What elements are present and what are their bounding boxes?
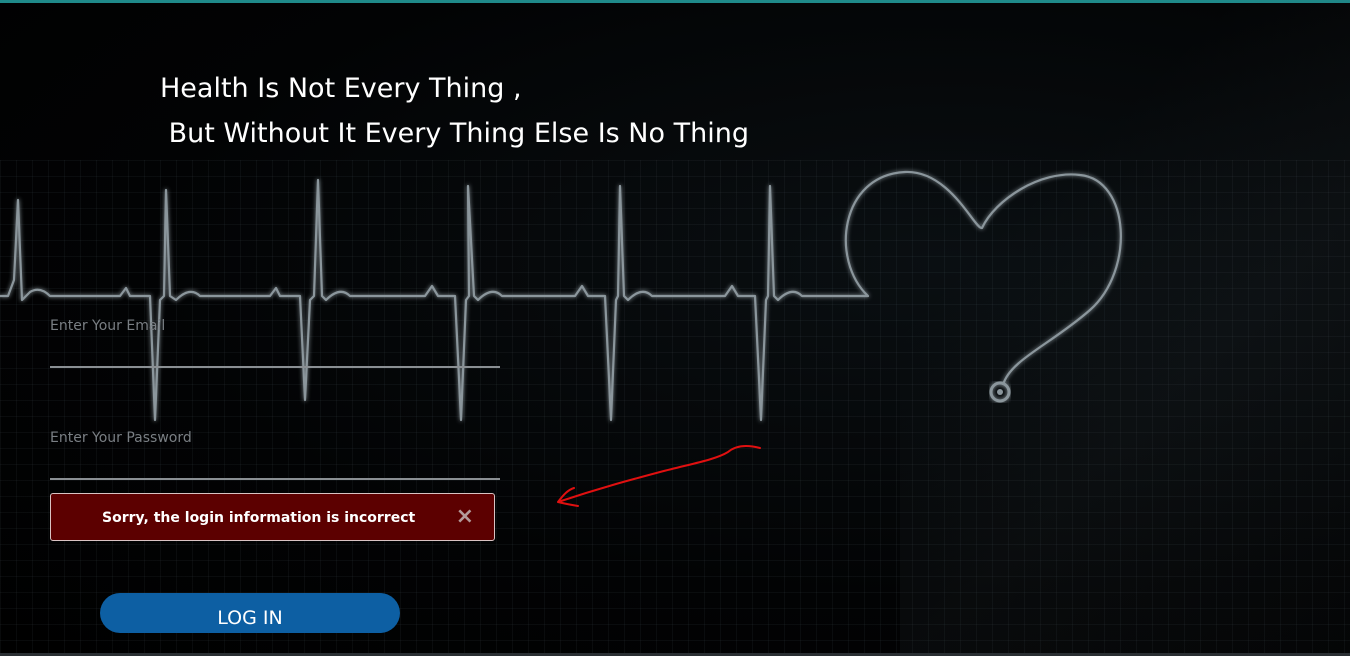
health-quote: Health Is Not Every Thing , But Without … bbox=[160, 66, 749, 156]
quote-line-2: But Without It Every Thing Else Is No Th… bbox=[160, 118, 749, 149]
login-button[interactable]: LOG IN bbox=[100, 593, 400, 633]
login-page: Health Is Not Every Thing , But Without … bbox=[0, 0, 1350, 656]
email-field-group: Enter Your Email bbox=[50, 316, 500, 368]
alert-message: Sorry, the login information is incorrec… bbox=[102, 510, 416, 526]
email-label: Enter Your Email bbox=[50, 318, 166, 334]
login-error-alert: Sorry, the login information is incorrec… bbox=[50, 493, 495, 541]
quote-line-1: Health Is Not Every Thing , bbox=[160, 73, 522, 104]
close-icon[interactable]: × bbox=[456, 506, 474, 528]
password-field-group: Enter Your Password bbox=[50, 428, 500, 480]
password-field[interactable] bbox=[50, 450, 500, 480]
red-hand-drawn-arrow-icon bbox=[557, 444, 761, 507]
password-label: Enter Your Password bbox=[50, 430, 192, 446]
email-field[interactable] bbox=[50, 338, 500, 368]
